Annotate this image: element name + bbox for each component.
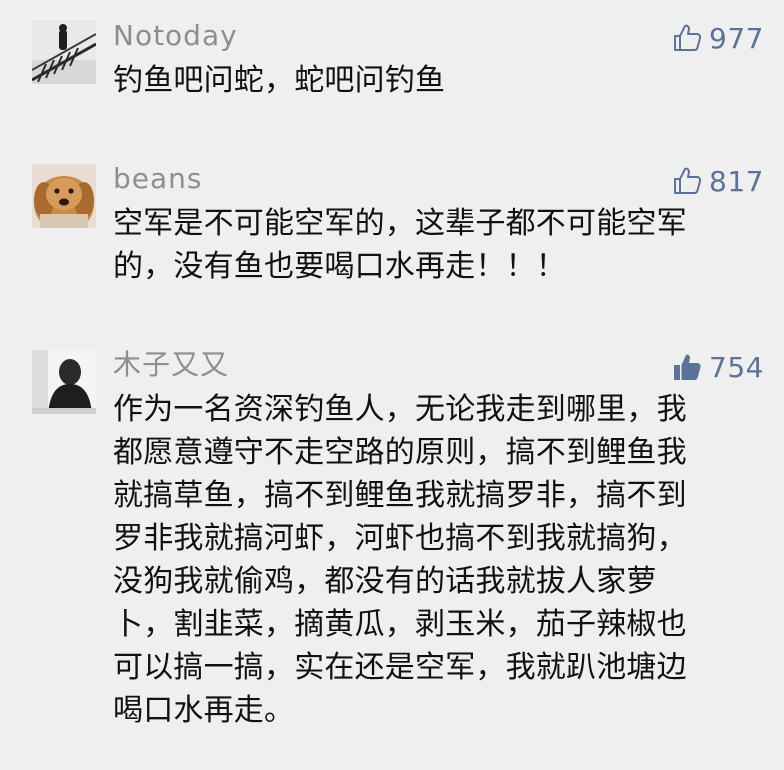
avatar-icon [32,350,96,414]
comment-text: 作为一名资深钓鱼人，无论我走到哪里，我 都愿意遵守不走空路的原则，搞不到鲤鱼我 … [113,388,753,732]
comment-line: 钓鱼吧问蛇，蛇吧问钓鱼 [113,63,446,98]
like-count: 977 [709,21,764,55]
comment-line: 卜，割韭菜，摘黄瓜，剥玉米，茄子辣椒也 [113,607,687,642]
thumbs-up-outline-icon [671,165,703,197]
comment-line: 的，没有鱼也要喝口水再走！！！ [113,249,566,284]
like-count: 817 [709,164,764,198]
avatar-icon [32,164,96,228]
comment-line: 就搞草鱼，搞不到鲤鱼我就搞罗非，搞不到 [113,478,687,513]
comment-text: 钓鱼吧问蛇，蛇吧问钓鱼 [113,59,753,102]
username[interactable]: 木子又又 [113,347,229,383]
like-count: 754 [709,350,764,384]
comment-line: 喝口水再走。 [113,693,295,728]
comment-line: 空军是不可能空军的，这辈子都不可能空军 [113,206,687,241]
username[interactable]: beans [113,161,203,197]
like-button[interactable]: 817 [671,161,764,201]
avatar[interactable] [32,350,96,414]
avatar[interactable] [32,20,96,84]
comment-line: 罗非我就搞河虾，河虾也搞不到我就搞狗， [113,521,687,556]
comment-text: 空军是不可能空军的，这辈子都不可能空军 的，没有鱼也要喝口水再走！！！ [113,202,753,288]
like-button[interactable]: 754 [671,347,764,387]
thumbs-up-outline-icon [671,22,703,54]
thumbs-up-filled-icon [671,351,703,383]
comment-line: 没狗我就偷鸡，都没有的话我就拔人家萝 [113,564,657,599]
like-button[interactable]: 977 [671,18,764,58]
avatar[interactable] [32,164,96,228]
comment-line: 都愿意遵守不走空路的原则，搞不到鲤鱼我 [113,435,687,470]
username[interactable]: Notoday [113,18,238,54]
avatar-icon [32,20,96,84]
comment-line: 作为一名资深钓鱼人，无论我走到哪里，我 [113,392,687,427]
comment-line: 可以搞一搞，实在还是空军，我就趴池塘边 [113,650,687,685]
